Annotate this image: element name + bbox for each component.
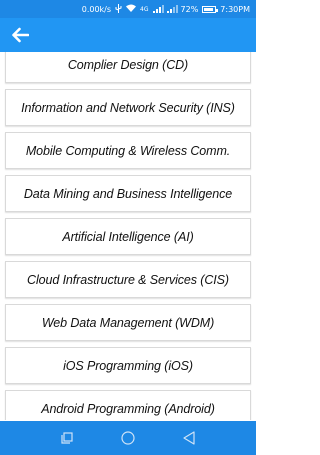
course-label: Complier Design (CD) — [67, 57, 189, 72]
course-label: Information and Network Security (INS) — [21, 100, 235, 115]
course-label: Cloud Infrastructure & Services (CIS) — [27, 272, 229, 287]
course-label: Android Programming (Android) — [41, 401, 215, 416]
signal-icon-2 — [166, 5, 178, 13]
arrow-left-icon — [12, 27, 29, 43]
back-nav-button[interactable] — [175, 424, 203, 452]
list-item[interactable]: Data Mining and Business Intelligence — [5, 175, 251, 212]
navigation-bar — [0, 421, 256, 455]
network-type: 4G — [140, 5, 149, 13]
network-speed: 0.00k/s — [81, 4, 112, 14]
recent-apps-button[interactable] — [53, 424, 81, 452]
wifi-icon — [126, 4, 137, 14]
list-item[interactable]: Android Programming (Android) — [5, 390, 251, 420]
course-label: Web Data Management (WDM) — [41, 315, 215, 330]
course-label: iOS Programming (iOS) — [63, 358, 193, 373]
status-bar: 0.00k/s 4G 72% 7:30PM — [0, 0, 256, 18]
course-label: Artificial Intelligence (AI) — [62, 229, 194, 244]
battery-percent: 72% — [180, 4, 199, 14]
home-icon — [121, 431, 135, 445]
list-item[interactable]: Information and Network Security (INS) — [5, 89, 251, 126]
list-item[interactable]: iOS Programming (iOS) — [5, 347, 251, 384]
list-item[interactable]: Artificial Intelligence (AI) — [5, 218, 251, 255]
signal-icon — [152, 5, 164, 13]
battery-icon — [202, 5, 219, 13]
back-button[interactable] — [8, 23, 32, 47]
course-label: Data Mining and Business Intelligence — [23, 186, 233, 201]
usb-icon — [115, 3, 122, 15]
course-list-content: Complier Design (CD) Information and Net… — [0, 52, 256, 420]
list-item[interactable]: Cloud Infrastructure & Services (CIS) — [5, 261, 251, 298]
clock: 7:30PM — [220, 4, 250, 14]
course-label: Mobile Computing & Wireless Comm. — [25, 143, 231, 158]
app-bar — [0, 18, 256, 52]
list-item[interactable]: Complier Design (CD) — [5, 52, 251, 83]
course-list[interactable]: Complier Design (CD) Information and Net… — [0, 52, 256, 420]
list-item[interactable]: Web Data Management (WDM) — [5, 304, 251, 341]
back-icon — [183, 431, 195, 445]
recent-apps-icon — [61, 432, 73, 444]
list-item[interactable]: Mobile Computing & Wireless Comm. — [5, 132, 251, 169]
home-button[interactable] — [114, 424, 142, 452]
